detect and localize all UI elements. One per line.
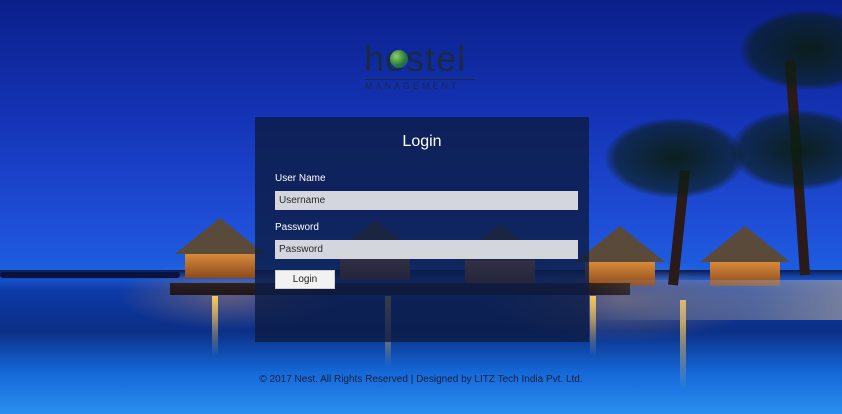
username-label: User Name [275, 173, 326, 184]
shoreline-rocks [582, 280, 842, 320]
palm-leaves [740, 10, 842, 90]
login-panel: Login User Name Password Login [255, 117, 589, 342]
distant-island [0, 272, 180, 278]
login-button[interactable]: Login [275, 270, 335, 289]
password-label: Password [275, 222, 319, 233]
hostel-management-logo: hostel MANAGEMENT [364, 38, 478, 92]
login-title: Login [402, 133, 442, 150]
hut-far-right [700, 226, 790, 286]
palm-leaves [605, 118, 745, 198]
light-reflection [212, 296, 218, 356]
globe-icon [390, 50, 408, 68]
palm-leaves [730, 110, 842, 190]
footer-copyright: © 2017 Nest. All Rights Reserved | Desig… [259, 374, 583, 385]
username-input[interactable] [275, 191, 578, 210]
hut-left [175, 218, 265, 278]
password-input[interactable] [275, 240, 578, 259]
logo-wordmark: hostel [364, 38, 467, 79]
logo-subtitle: MANAGEMENT [365, 79, 475, 91]
